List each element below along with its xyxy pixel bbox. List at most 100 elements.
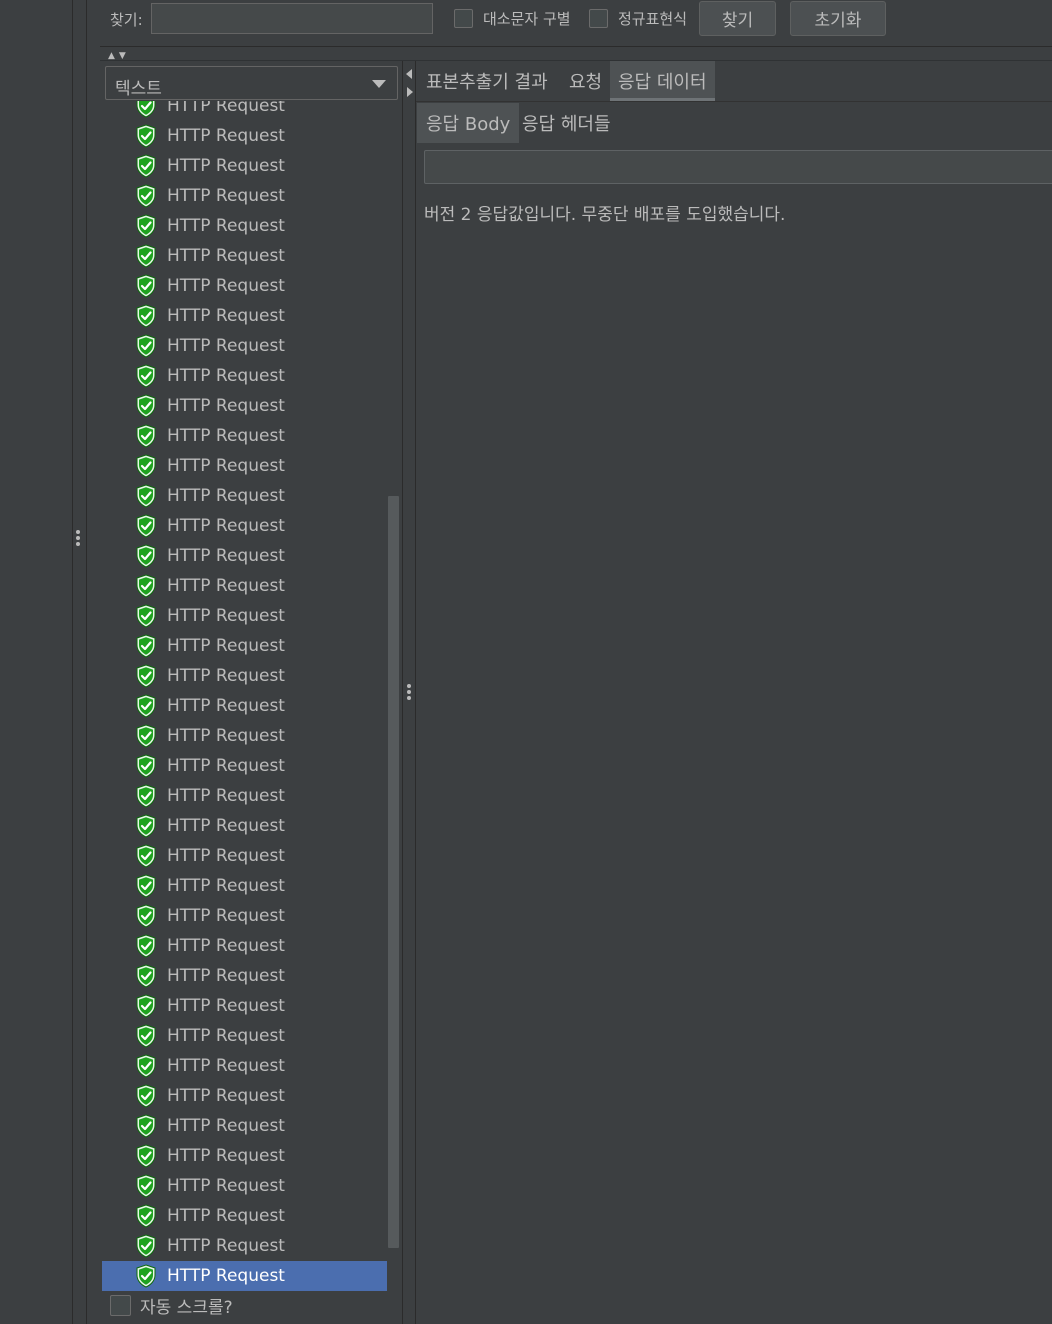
subtab-response-body[interactable]: 응답 Body	[417, 103, 520, 143]
tab-response-data[interactable]: 응답 데이터	[610, 61, 715, 101]
result-tabbar: 표본추출기 결과 요청 응답 데이터	[416, 61, 1052, 101]
result-item-label: HTTP Request	[167, 456, 285, 476]
result-item[interactable]: HTTP Request	[102, 301, 387, 331]
result-item[interactable]: HTTP Request	[102, 841, 387, 871]
green-shield-check-icon	[136, 1054, 156, 1078]
green-shield-check-icon	[136, 1204, 156, 1228]
result-item[interactable]: HTTP Request	[102, 121, 387, 151]
green-shield-check-icon	[136, 1234, 156, 1258]
result-item-label: HTTP Request	[167, 666, 285, 686]
collapse-left-icon[interactable]	[406, 69, 412, 79]
results-tree-pane: 텍스트 HTTP Request HTTP Request HTTP Request…	[100, 61, 402, 1324]
result-item[interactable]: HTTP Request	[102, 151, 387, 181]
green-shield-check-icon	[136, 1024, 156, 1048]
green-shield-check-icon	[136, 904, 156, 928]
tab-request[interactable]: 요청	[561, 61, 610, 101]
gutter-divider	[72, 0, 73, 1324]
result-item[interactable]: HTTP Request	[102, 1021, 387, 1051]
reset-button[interactable]: 초기화	[790, 1, 886, 36]
result-item[interactable]: HTTP Request	[102, 241, 387, 271]
case-sensitive-checkbox-box[interactable]	[454, 8, 473, 28]
result-item[interactable]: HTTP Request	[102, 991, 387, 1021]
result-item-label: HTTP Request	[167, 576, 285, 596]
result-item[interactable]: HTTP Request	[102, 101, 387, 121]
splitter-drag-handle[interactable]	[407, 684, 411, 702]
result-item-label: HTTP Request	[167, 1206, 285, 1226]
response-body-text[interactable]: 버전 2 응답값입니다. 무중단 배포를 도입했습니다.	[424, 200, 785, 225]
green-shield-check-icon	[136, 214, 156, 238]
tab-label: 표본추출기 결과	[426, 72, 548, 93]
result-item[interactable]: HTTP Request	[102, 1201, 387, 1231]
divider	[416, 101, 1052, 102]
green-shield-check-icon	[136, 814, 156, 838]
find-button[interactable]: 찾기	[699, 1, 776, 36]
result-item[interactable]: HTTP Request	[102, 481, 387, 511]
green-shield-check-icon	[136, 724, 156, 748]
collapse-right-icon[interactable]	[407, 87, 413, 97]
result-item-label: HTTP Request	[167, 876, 285, 896]
result-item[interactable]: HTTP Request	[102, 601, 387, 631]
result-item[interactable]: HTTP Request	[102, 1261, 387, 1291]
result-item[interactable]: HTTP Request	[102, 1141, 387, 1171]
result-item[interactable]: HTTP Request	[102, 721, 387, 751]
result-item-label: HTTP Request	[167, 1026, 285, 1046]
result-item[interactable]: HTTP Request	[102, 691, 387, 721]
result-item[interactable]: HTTP Request	[102, 511, 387, 541]
result-item[interactable]: HTTP Request	[102, 541, 387, 571]
regex-checkbox-box[interactable]	[589, 8, 608, 28]
result-item[interactable]: HTTP Request	[102, 571, 387, 601]
response-search-field[interactable]	[424, 150, 1052, 184]
result-item[interactable]: HTTP Request	[102, 871, 387, 901]
result-item[interactable]: HTTP Request	[102, 1231, 387, 1261]
result-item[interactable]: HTTP Request	[102, 421, 387, 451]
result-item-label: HTTP Request	[167, 936, 285, 956]
results-list-scrollbar[interactable]	[388, 496, 399, 1248]
green-shield-check-icon	[136, 994, 156, 1018]
renderer-select[interactable]: 텍스트	[105, 66, 398, 100]
result-item-label: HTTP Request	[167, 396, 285, 416]
result-item[interactable]: HTTP Request	[102, 361, 387, 391]
subtab-response-headers[interactable]: 응답 헤더들	[513, 103, 620, 143]
green-shield-check-icon	[136, 544, 156, 568]
result-item[interactable]: HTTP Request	[102, 211, 387, 241]
divider	[100, 46, 1052, 47]
result-item[interactable]: HTTP Request	[102, 271, 387, 301]
result-item[interactable]: HTTP Request	[102, 181, 387, 211]
result-item[interactable]: HTTP Request	[102, 631, 387, 661]
case-sensitive-label: 대소문자 구별	[483, 9, 571, 28]
result-item[interactable]: HTTP Request	[102, 451, 387, 481]
result-item[interactable]: HTTP Request	[102, 331, 387, 361]
regex-checkbox[interactable]: 정규표현식	[589, 7, 687, 29]
result-item[interactable]: HTTP Request	[102, 1171, 387, 1201]
auto-scroll-checkbox[interactable]: 자동 스크롤?	[110, 1293, 233, 1318]
result-item[interactable]: HTTP Request	[102, 1051, 387, 1081]
result-item[interactable]: HTTP Request	[102, 961, 387, 991]
green-shield-check-icon	[136, 424, 156, 448]
tab-sampler-result[interactable]: 표본추출기 결과	[418, 61, 556, 101]
result-item[interactable]: HTTP Request	[102, 811, 387, 841]
results-list-inner: HTTP Request HTTP Request HTTP Request HTTP…	[102, 101, 387, 1291]
gutter-drag-handle[interactable]	[76, 530, 80, 548]
green-shield-check-icon	[136, 1084, 156, 1108]
case-sensitive-checkbox[interactable]: 대소문자 구별	[454, 7, 571, 29]
result-item-label: HTTP Request	[167, 246, 285, 266]
green-shield-check-icon	[136, 784, 156, 808]
subtab-label: 응답 Body	[426, 114, 511, 135]
result-item-label: HTTP Request	[167, 101, 285, 116]
result-item[interactable]: HTTP Request	[102, 661, 387, 691]
result-item[interactable]: HTTP Request	[102, 901, 387, 931]
result-item[interactable]: HTTP Request	[102, 781, 387, 811]
result-item[interactable]: HTTP Request	[102, 931, 387, 961]
result-item[interactable]: HTTP Request	[102, 391, 387, 421]
result-item-label: HTTP Request	[167, 906, 285, 926]
result-item-label: HTTP Request	[167, 846, 285, 866]
result-item-label: HTTP Request	[167, 1086, 285, 1106]
result-item[interactable]: HTTP Request	[102, 1111, 387, 1141]
result-item[interactable]: HTTP Request	[102, 1081, 387, 1111]
result-item[interactable]: HTTP Request	[102, 751, 387, 781]
auto-scroll-checkbox-box[interactable]	[110, 1295, 131, 1316]
search-input[interactable]	[151, 3, 433, 34]
green-shield-check-icon	[136, 304, 156, 328]
results-list[interactable]: HTTP Request HTTP Request HTTP Request HTTP…	[102, 101, 387, 1291]
result-item-label: HTTP Request	[167, 216, 285, 236]
